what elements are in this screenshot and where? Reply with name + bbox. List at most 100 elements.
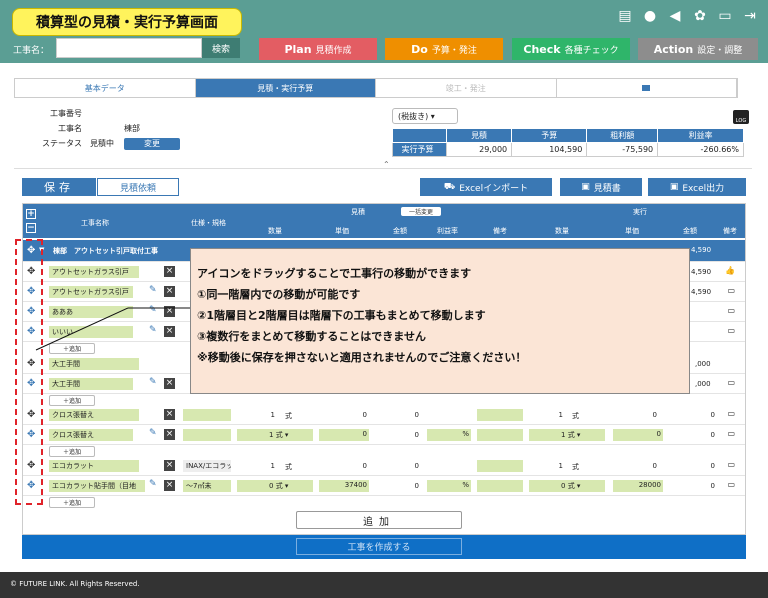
collapse-all-icon[interactable]: − (26, 223, 36, 233)
tax-select[interactable]: (税抜き) ▾ (392, 108, 458, 124)
amount-value: 0 (414, 482, 419, 490)
row-name-input[interactable]: いいい (49, 326, 133, 338)
price-input[interactable]: 37400 (319, 480, 369, 492)
note-input[interactable] (477, 409, 523, 421)
edit-icon[interactable]: ✎ (149, 285, 157, 295)
row-name-input[interactable]: エコカラット貼手間（目地 (49, 480, 145, 492)
delete-row-icon[interactable]: × (164, 306, 175, 317)
exec-qty-value: 1 (558, 462, 563, 470)
tab-basic-data[interactable]: 基本データ (15, 79, 196, 97)
tab-estimate-budget[interactable]: 見積・実行予算 (195, 79, 376, 97)
estimate-sheet-button[interactable]: ▣ 見積書 (560, 178, 642, 196)
chat-icon[interactable]: ● (642, 8, 658, 24)
comment-icon[interactable]: ▭ (727, 480, 735, 489)
delete-row-icon[interactable]: × (164, 266, 175, 277)
create-construction-button[interactable]: 工事を作成する (296, 538, 462, 555)
save-button[interactable]: 保存 (22, 178, 96, 196)
spec-input[interactable]: 〜7㎡未 (183, 480, 231, 492)
qty-value: 1 (270, 462, 275, 470)
spec-input[interactable] (183, 429, 231, 441)
add-row-button[interactable]: ＋追加 (49, 497, 95, 508)
add-row-button[interactable]: ＋追加 (49, 343, 95, 354)
action-button[interactable]: Action 設定・調整 (638, 38, 758, 60)
change-status-button[interactable]: 変更 (124, 138, 180, 150)
comment-icon[interactable]: ▭ (727, 306, 735, 315)
budget-budget-value: 104,590 (511, 142, 588, 157)
log-icon[interactable]: LOG (733, 110, 749, 124)
comment-icon[interactable]: ▭ (727, 378, 735, 387)
main-tabs: 基本データ 見積・実行予算 竣工・発注 (14, 78, 738, 98)
estimate-request-button[interactable]: 見積依頼 (97, 178, 179, 196)
comment-icon[interactable]: ▭ (727, 409, 735, 418)
price-value: 0 (362, 411, 367, 419)
qty-unit-select[interactable]: 0 式 ▾ (237, 480, 313, 492)
tab-completion-order[interactable]: 竣工・発注 (376, 79, 557, 97)
delete-row-icon[interactable]: × (164, 378, 175, 389)
edit-icon[interactable]: ✎ (149, 479, 157, 489)
comment-icon[interactable]: ▭ (727, 460, 735, 469)
comment-icon[interactable]: ▭ (727, 326, 735, 335)
note-input[interactable] (477, 480, 523, 492)
row-name-input[interactable]: アウトセットガラス引戸 (49, 266, 139, 278)
header-amount: 金額 (393, 227, 407, 235)
delete-row-icon[interactable]: × (164, 409, 175, 420)
qty-unit-select[interactable]: 1 式 ▾ (237, 429, 313, 441)
delete-row-icon[interactable]: × (164, 286, 175, 297)
do-button[interactable]: Do 予算・発注 (385, 38, 503, 60)
document-icon[interactable]: ▤ (617, 8, 633, 24)
search-button[interactable]: 検索 (202, 38, 240, 58)
exec-unit-value: 式 (572, 463, 579, 471)
comment-icon[interactable]: ▭ (727, 286, 735, 295)
edit-icon[interactable]: ✎ (149, 377, 157, 387)
note-input[interactable] (477, 429, 523, 441)
row-name-input[interactable]: アウトセットガラス引戸 (49, 286, 133, 298)
folder-icon[interactable]: ▭ (717, 8, 733, 24)
excel-import-button[interactable]: ⛟ Excelインポート (420, 178, 552, 196)
exec-qty-unit-select[interactable]: 1 式 ▾ (529, 429, 605, 441)
top-icons: ▤ ● ◀ ✿ ▭ ⇥ (617, 8, 758, 24)
row-name-input[interactable]: 大工手間 (49, 378, 133, 390)
parent-row-amount: 4,590 (691, 246, 712, 254)
delete-row-icon[interactable]: × (164, 480, 175, 491)
check-button[interactable]: Check 各種チェック (512, 38, 630, 60)
excel-export-button[interactable]: ▣ Excel出力 (648, 178, 746, 196)
header-margin: 利益率 (437, 227, 458, 235)
plan-button[interactable]: Plan 見積作成 (259, 38, 377, 60)
row-name-input[interactable]: クロス張替え (49, 409, 139, 421)
margin-input[interactable]: % (427, 480, 471, 492)
spec-input[interactable] (183, 409, 231, 421)
exec-unit-value: 式 (572, 412, 579, 420)
table-row: ✥ エコカラット × INAX/エコラッ 1 式 0 0 1 式 0 0 ▭ (23, 456, 745, 476)
delete-row-icon[interactable]: × (164, 429, 175, 440)
gear-icon[interactable]: ✿ (692, 8, 708, 24)
row-name-input[interactable]: あああ (49, 306, 133, 318)
expand-all-icon[interactable]: + (26, 209, 36, 219)
exec-price-input[interactable]: 0 (613, 429, 663, 441)
row-amount: ,000 (695, 360, 711, 368)
note-input[interactable] (477, 460, 523, 472)
logout-icon[interactable]: ⇥ (742, 8, 758, 24)
tab-extra[interactable] (557, 79, 737, 97)
kouji-search-input[interactable] (56, 38, 202, 58)
delete-row-icon[interactable]: × (164, 326, 175, 337)
megaphone-icon[interactable]: ◀ (667, 8, 683, 24)
amount-value: 0 (414, 411, 419, 419)
thumb-icon[interactable]: 👍 (725, 266, 735, 275)
margin-input[interactable]: % (427, 429, 471, 441)
delete-row-icon[interactable]: × (164, 460, 175, 471)
edit-icon[interactable]: ✎ (149, 305, 157, 315)
amount-value: 0 (414, 431, 419, 439)
exec-price-input[interactable]: 28000 (613, 480, 663, 492)
row-name-input[interactable]: 大工手間 (49, 358, 139, 370)
budget-summary: 見積 予算 粗利額 利益率 実行予算 29,000 104,590 -75,59… (392, 128, 744, 157)
exec-qty-unit-select[interactable]: 0 式 ▾ (529, 480, 605, 492)
spec-value[interactable]: INAX/エコラッ (183, 460, 231, 472)
bulk-change-button[interactable]: 一括変更 (401, 207, 442, 216)
edit-icon[interactable]: ✎ (149, 428, 157, 438)
comment-icon[interactable]: ▭ (727, 429, 735, 438)
add-construction-button[interactable]: 追加 (296, 511, 462, 529)
row-name-input[interactable]: クロス張替え (49, 429, 133, 441)
row-name-input[interactable]: エコカラット (49, 460, 139, 472)
edit-icon[interactable]: ✎ (149, 325, 157, 335)
price-input[interactable]: 0 (319, 429, 369, 441)
